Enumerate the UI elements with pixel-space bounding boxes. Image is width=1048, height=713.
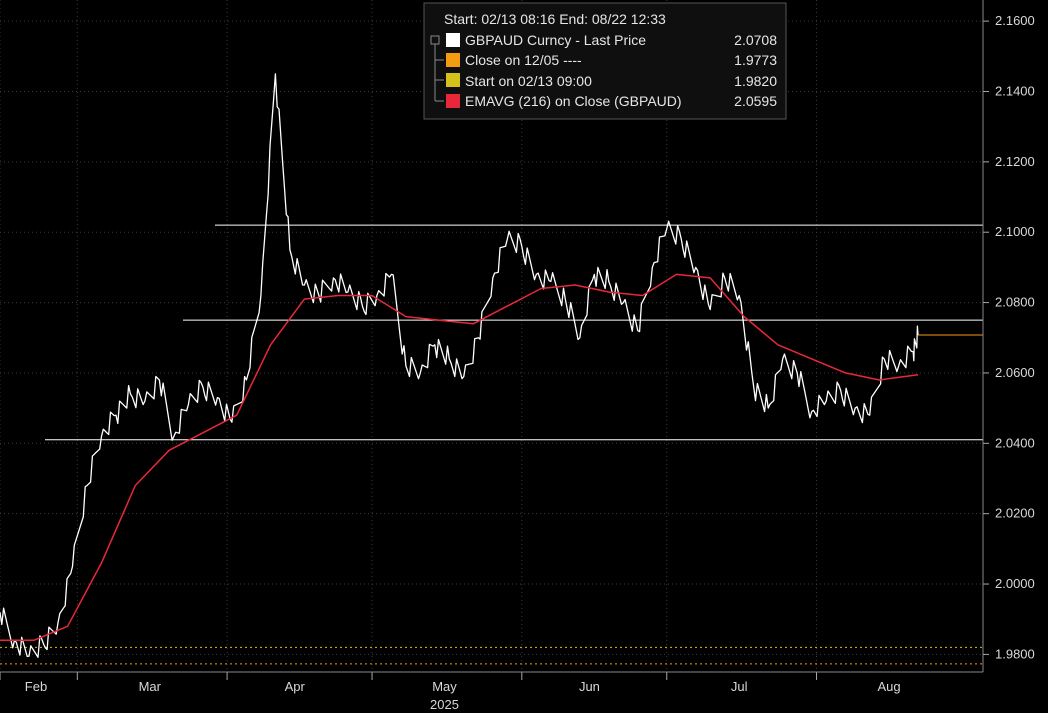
y-tick-label: 2.0800 [995,295,1035,310]
legend-value-start: 1.9820 [734,73,777,89]
legend-swatch-emavg [446,94,460,108]
x-tick-label: Jul [731,679,748,694]
x-year-label: 2025 [430,697,459,712]
legend-label-last-price: GBPAUD Curncy - Last Price [465,32,646,48]
y-tick-label: 2.1400 [995,83,1035,98]
legend-value-close: 1.9773 [734,52,777,68]
y-tick-label: 2.0000 [995,576,1035,591]
y-tick-label: 2.1200 [995,154,1035,169]
legend-swatch-close [446,53,460,67]
y-tick-label: 1.9800 [995,646,1035,661]
legend-value-emavg: 2.0595 [734,93,777,109]
y-tick-label: 2.0200 [995,506,1035,521]
legend-header: Start: 02/13 08:16 End: 08/22 12:33 [444,11,666,27]
legend-label-start: Start on 02/13 09:00 [465,73,592,89]
y-tick-label: 2.0600 [995,365,1035,380]
x-tick-label: Feb [25,679,47,694]
x-tick-label: Jun [579,679,600,694]
y-tick-label: 2.1000 [995,224,1035,239]
y-tick-label: 2.0400 [995,435,1035,450]
x-tick-label: Apr [285,679,306,694]
legend-swatch-last-price [446,33,460,47]
legend-label-emavg: EMAVG (216) on Close (GBPAUD) [465,93,682,109]
x-tick-label: Aug [877,679,900,694]
legend: Start: 02/13 08:16 End: 08/22 12:33 GBPA… [423,2,787,120]
legend-value-last-price: 2.0708 [734,32,777,48]
x-tick-label: May [432,679,457,694]
legend-label-close: Close on 12/05 ---- [465,52,582,68]
legend-swatch-start [446,73,460,87]
y-tick-label: 2.1600 [995,13,1035,28]
price-chart: 1.9800 2.0000 2.0200 2.0400 2.0600 2.0800 2.10… [0,0,1048,713]
x-tick-label: Mar [139,679,162,694]
